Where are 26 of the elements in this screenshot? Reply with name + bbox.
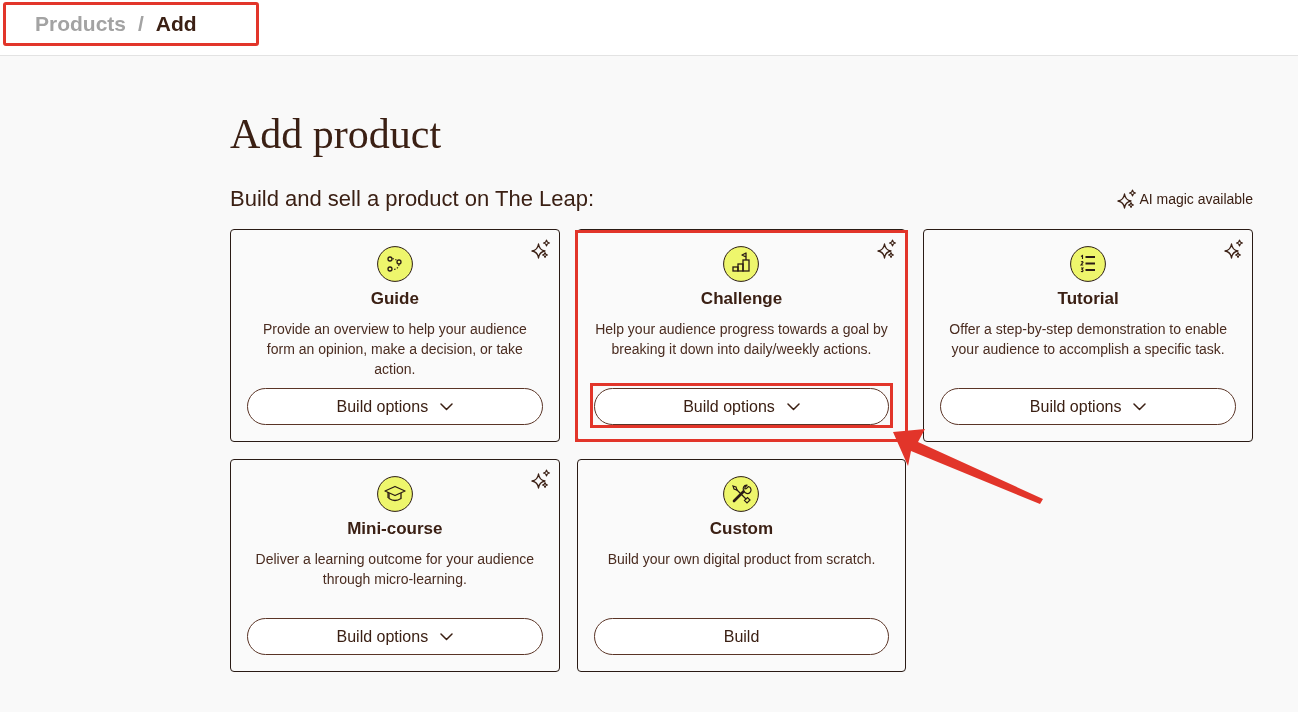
breadcrumb-separator: / <box>138 11 144 37</box>
card-title: Mini-course <box>347 518 443 540</box>
ai-legend-label: AI magic available <box>1139 190 1253 208</box>
page-subtitle: Build and sell a product on The Leap: <box>230 187 595 211</box>
card-title: Tutorial <box>1057 288 1119 310</box>
dotted-path-icon <box>376 246 413 282</box>
build-options-button[interactable]: Build options <box>247 618 543 655</box>
build-options-button[interactable]: Build options <box>247 388 543 425</box>
sparkle-icon <box>1117 189 1138 209</box>
build-options-button[interactable]: Build options <box>593 388 890 425</box>
card-title: Guide <box>370 288 419 310</box>
card-description: Offer a step-by-step demonstration to enable your audience to accomplish a specific task. <box>948 320 1228 359</box>
card-description: Build your own digital product from scratch. <box>606 550 877 569</box>
steps-flag-icon <box>723 246 760 282</box>
card-description: Provide an overview to help your audience form an opinion, make a decision, or take action. <box>261 320 528 379</box>
card-description: Help your audience progress towards a goal by breaking it down into daily/weekly actions. <box>594 320 889 359</box>
card-title: Challenge <box>700 288 783 310</box>
card-description: Deliver a learning outcome for your audience through micro-learning. <box>254 550 536 589</box>
breadcrumb-current: Add <box>155 11 197 37</box>
tools-icon <box>723 476 760 512</box>
build-button[interactable]: Build <box>593 618 890 655</box>
card-title: Custom <box>709 518 774 540</box>
graduation-cap-icon <box>376 476 413 512</box>
numbered-list-icon <box>1070 246 1107 282</box>
build-options-button[interactable]: Build options <box>940 388 1236 425</box>
page-title: Add product <box>230 110 442 158</box>
